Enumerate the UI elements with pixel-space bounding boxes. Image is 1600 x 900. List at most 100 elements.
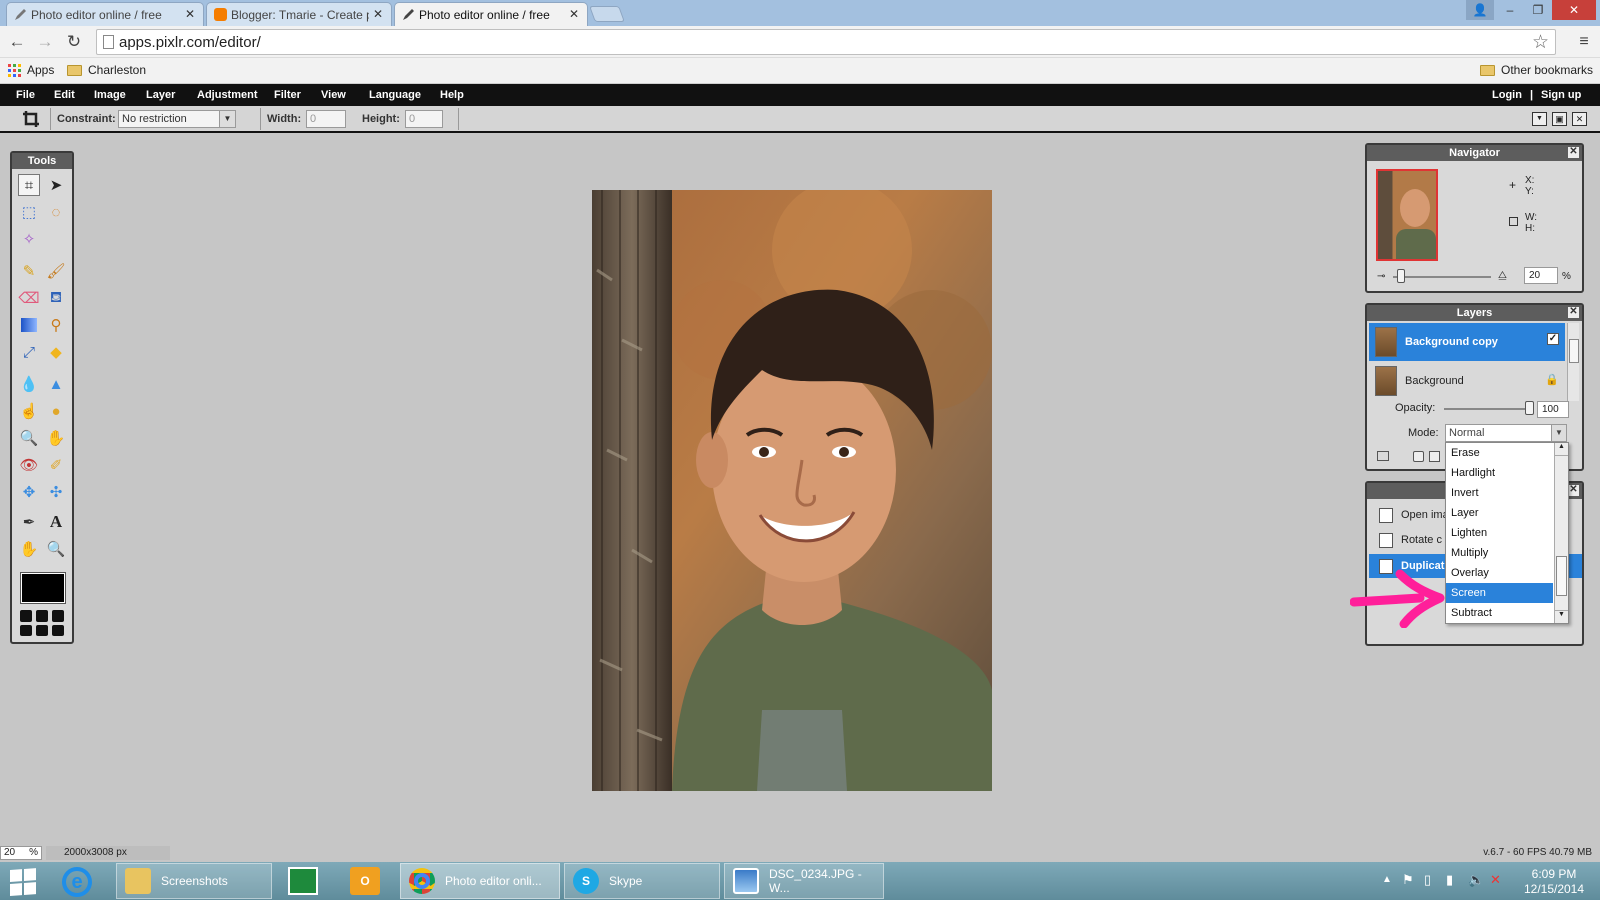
forward-arrow-icon[interactable]: → [35,32,55,52]
menu-edit[interactable]: Edit [54,89,75,101]
restore-icon[interactable]: ❐ [1524,0,1552,20]
shape-tool-icon[interactable]: ◆ [45,341,67,363]
opacity-input[interactable]: 100 [1537,401,1569,418]
tab-photo-editor-active[interactable]: Photo editor online / free ✕ [394,2,588,26]
constraint-select[interactable]: No restriction ▼ [118,110,236,128]
scroll-down-icon[interactable]: ▼ [1555,610,1568,623]
mode-option-multiply[interactable]: Multiply [1446,543,1568,563]
close-tab-icon[interactable]: ✕ [373,7,383,21]
layer-visibility-checkbox[interactable]: ✓ [1547,333,1559,345]
windows-start-icon[interactable] [10,868,38,896]
minimize-icon[interactable]: – [1496,0,1524,20]
collapse-icon[interactable]: ▼ [1532,112,1547,126]
fullscreen-icon[interactable]: ▣ [1552,112,1567,126]
smudge-tool-icon[interactable]: ☝ [18,400,40,422]
scroll-thumb[interactable] [1556,556,1567,596]
dropdown-scrollbar[interactable]: ▲ ▼ [1554,443,1568,623]
user-icon[interactable]: 👤 [1466,0,1494,20]
crop-tool-icon[interactable]: ⌗ [18,174,40,196]
menu-layer[interactable]: Layer [146,89,175,101]
back-arrow-icon[interactable]: ← [7,32,27,52]
zoom-in-icon[interactable]: ⧋ [1498,270,1507,281]
move-tool-icon[interactable]: ➤ [45,174,67,196]
bookmark-other[interactable]: Other bookmarks [1480,63,1593,77]
menu-adjustment[interactable]: Adjustment [197,89,258,101]
marquee-tool-icon[interactable]: ⬚ [18,201,40,223]
navigator-thumbnail[interactable] [1376,169,1438,261]
taskbar-chrome[interactable]: Photo editor onli... [400,863,560,899]
taskbar-screenshots[interactable]: Screenshots [116,863,272,899]
menu-view[interactable]: View [321,89,346,101]
mode-option-screen[interactable]: Screen [1446,583,1553,603]
close-window-icon[interactable]: ✕ [1552,0,1596,20]
spot-heal-tool-icon[interactable]: ✐ [45,454,67,476]
reload-icon[interactable]: ↻ [64,32,84,52]
menu-image[interactable]: Image [94,89,126,101]
network-icon[interactable]: ▮ [1446,872,1453,888]
zoom-field[interactable]: 20 % [0,846,42,860]
store-icon[interactable] [288,867,318,895]
bookmark-star-icon[interactable]: ☆ [1532,31,1549,54]
show-hidden-icons-icon[interactable]: ▲ [1382,874,1392,885]
menu-help[interactable]: Help [440,89,464,101]
zoom-tool-icon[interactable]: 🔍 [45,538,67,560]
color-replace-tool-icon[interactable]: ⤢ [18,341,40,363]
chrome-menu-icon[interactable]: ≡ [1574,32,1594,52]
close-icon[interactable]: ✕ [1568,307,1579,318]
taskbar-photo-viewer[interactable]: DSC_0234.JPG - W... [724,863,884,899]
red-eye-tool-icon[interactable]: 👁 [18,454,40,476]
zoom-input[interactable]: 20 [1524,267,1558,284]
new-layer-icon[interactable] [1429,451,1440,462]
width-input[interactable]: 0 [306,110,346,128]
internet-explorer-icon[interactable]: e [62,867,92,897]
image-canvas[interactable] [592,190,992,791]
address-bar[interactable]: apps.pixlr.com/editor/ ☆ [96,29,1556,55]
close-tab-icon[interactable]: ✕ [185,7,195,21]
menu-filter[interactable]: Filter [274,89,301,101]
new-tab-button[interactable] [589,6,625,22]
menu-file[interactable]: File [16,89,35,101]
burn-tool-icon[interactable]: ✋ [45,427,67,449]
layers-scrollbar[interactable] [1567,323,1579,401]
bloat-tool-icon[interactable]: ✥ [18,481,40,503]
layer-item-background[interactable]: Background 🔒 [1369,362,1565,400]
zoom-out-icon[interactable]: ⊸ [1377,271,1385,282]
mode-option-invert[interactable]: Invert [1446,483,1568,503]
sharpen-tool-icon[interactable]: ▲ [45,373,67,395]
scroll-up-icon[interactable]: ▲ [1555,443,1568,456]
mode-option-overlay[interactable]: Overlay [1446,563,1568,583]
height-input[interactable]: 0 [405,110,443,128]
close-icon[interactable]: ✕ [1568,147,1579,158]
view-mode-buttons[interactable] [20,610,66,636]
taskbar-skype[interactable]: S Skype [564,863,720,899]
bookmark-apps[interactable]: Apps [8,63,54,77]
lasso-tool-icon[interactable]: ◌ [45,201,67,223]
login-link[interactable]: Login [1492,89,1522,101]
mode-option-subtract[interactable]: Subtract [1446,603,1568,623]
pinch-tool-icon[interactable]: ✣ [45,481,67,503]
gradient-tool-icon[interactable] [18,314,40,336]
power-icon[interactable]: ▯ [1424,872,1431,888]
opacity-slider-thumb[interactable] [1525,401,1534,415]
clock-date[interactable]: 12/15/2014 [1520,882,1588,896]
layer-item-background-copy[interactable]: Background copy ✓ [1369,323,1565,361]
type-tool-icon[interactable]: A [45,511,67,533]
mode-select[interactable]: Normal ▼ [1445,424,1567,442]
opacity-slider-track[interactable] [1444,408,1529,410]
brush-tool-icon[interactable]: 🖌 [45,260,67,282]
dodge-tool-icon[interactable]: 🔍 [18,427,40,449]
mode-option-erase[interactable]: Erase [1446,443,1568,463]
close-icon[interactable]: ✕ [1568,485,1579,496]
mode-option-lighten[interactable]: Lighten [1446,523,1568,543]
clone-stamp-tool-icon[interactable]: ⚲ [45,314,67,336]
signup-link[interactable]: Sign up [1541,89,1581,101]
eraser-tool-icon[interactable]: ⌫ [18,287,40,309]
menu-language[interactable]: Language [369,89,421,101]
bucket-tool-icon[interactable]: ⛾ [45,287,67,309]
magic-wand-tool-icon[interactable]: ✧ [18,228,40,250]
tab-blogger[interactable]: Blogger: Tmarie - Create p ✕ [206,2,392,26]
mode-option-hardlight[interactable]: Hardlight [1446,463,1568,483]
zoom-slider-thumb[interactable] [1397,269,1405,283]
hand-tool-icon[interactable]: ✋ [18,538,40,560]
mode-dropdown-list[interactable]: Erase Hardlight Invert Layer Lighten Mul… [1445,442,1569,624]
